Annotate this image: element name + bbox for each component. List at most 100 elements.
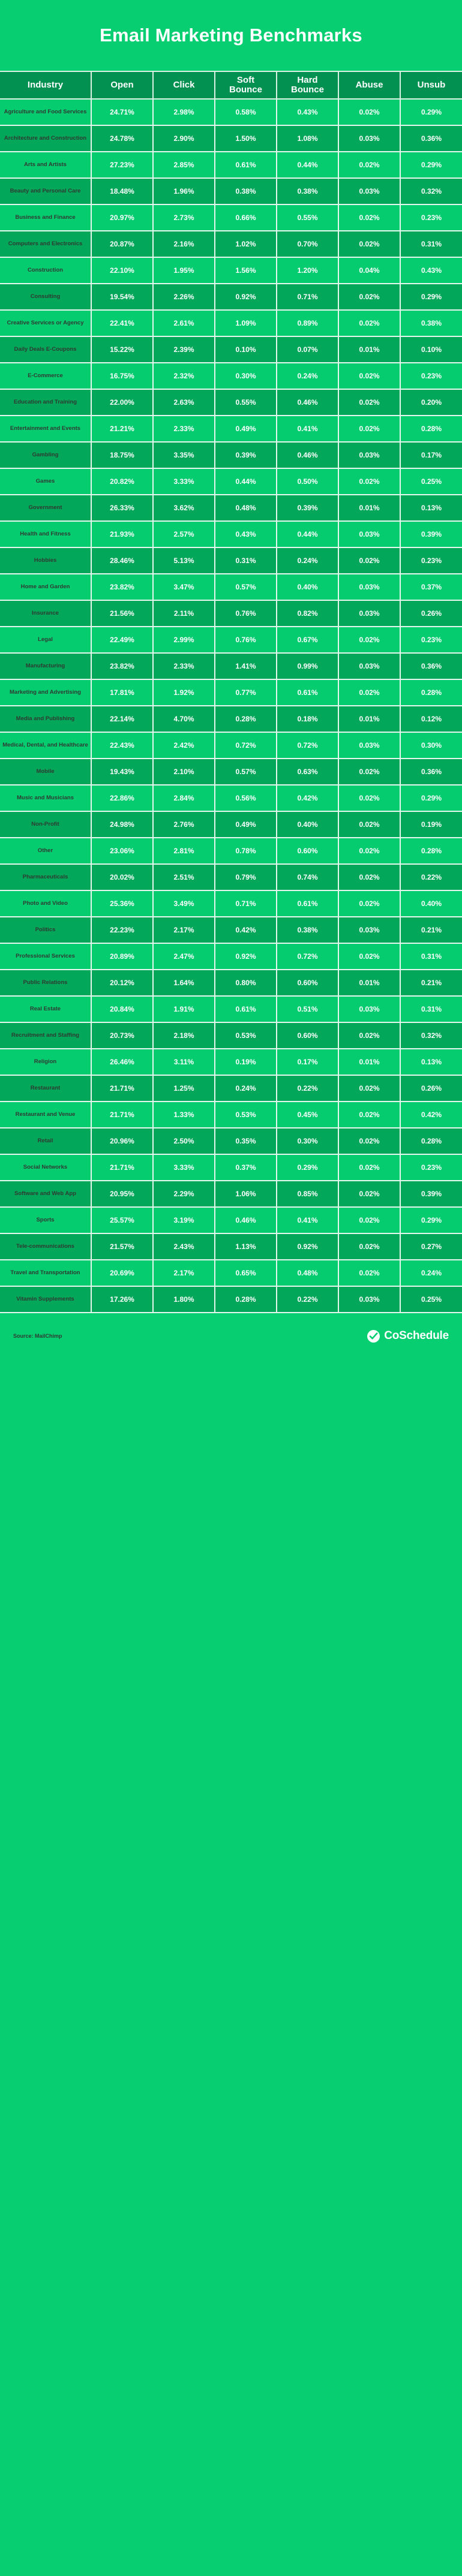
table-row[interactable]: Religion 26.46% 3.11% 0.19% 0.17% 0.01% 0.13% — [0, 1049, 462, 1076]
cell-hard-bounce: 0.40% — [276, 811, 339, 838]
table-row[interactable]: Games 20.82% 3.33% 0.44% 0.50% 0.02% 0.25% — [0, 468, 462, 495]
table-row[interactable]: Architecture and Construction 24.78% 2.90%… — [0, 125, 462, 152]
table-row[interactable]: Entertainment and Events 21.21% 2.33% 0.49%… — [0, 416, 462, 443]
table-row[interactable]: Restaurant 21.71% 1.25% 0.24% 0.22% 0.02% 0.26… — [0, 1075, 462, 1102]
cell-click: 2.33% — [152, 653, 215, 680]
cell-hard-bounce: 0.41% — [276, 1207, 339, 1234]
table-row[interactable]: Agriculture and Food Services 24.71% 2.98%… — [0, 99, 462, 126]
cell-hard-bounce: 0.60% — [276, 1022, 339, 1049]
cell-click: 1.95% — [152, 257, 215, 284]
cell-abuse: 0.02% — [338, 1260, 401, 1287]
table-row[interactable]: Media and Publishing 22.14% 4.70% 0.28% 0.18… — [0, 706, 462, 733]
table-row[interactable]: Business and Finance 20.97% 2.73% 0.66% 0.55… — [0, 204, 462, 231]
table-row[interactable]: Daily Deals E-Coupons 15.22% 2.39% 0.10% 0.0… — [0, 336, 462, 363]
table-row[interactable]: Vitamin Supplements 17.26% 1.80% 0.28% 0.22%… — [0, 1286, 462, 1313]
cell-unsub: 0.36% — [400, 125, 462, 152]
cell-unsub: 0.21% — [400, 970, 462, 997]
table-row[interactable]: Legal 22.49% 2.99% 0.76% 0.67% 0.02% 0.23% — [0, 627, 462, 654]
cell-click: 2.32% — [152, 363, 215, 390]
table-row[interactable]: Medical, Dental, and Healthcare 22.43% 2.4… — [0, 732, 462, 759]
column-header-hard-bounce[interactable]: Hard Bounce — [276, 71, 339, 99]
table-row[interactable]: Professional Services 20.89% 2.47% 0.92% 0.7… — [0, 943, 462, 970]
table-row[interactable]: Real Estate 20.84% 1.91% 0.61% 0.51% 0.03% 0.3… — [0, 996, 462, 1023]
table-row[interactable]: Restaurant and Venue 21.71% 1.33% 0.53% 0.45… — [0, 1102, 462, 1128]
cell-open: 17.81% — [91, 679, 154, 706]
table-row[interactable]: Photo and Video 25.36% 3.49% 0.71% 0.61% 0.02… — [0, 890, 462, 917]
table-row[interactable]: Retail 20.96% 2.50% 0.35% 0.30% 0.02% 0.28% — [0, 1128, 462, 1155]
table-row[interactable]: Marketing and Advertising 17.81% 1.92% 0.77… — [0, 679, 462, 706]
cell-hard-bounce: 0.48% — [276, 1260, 339, 1287]
cell-open: 26.33% — [91, 495, 154, 522]
table-row[interactable]: Tele-communications 21.57% 2.43% 1.13% 0.92%… — [0, 1233, 462, 1260]
cell-industry: Politics — [0, 917, 92, 944]
cell-click: 2.39% — [152, 336, 215, 363]
cell-hard-bounce: 0.44% — [276, 521, 339, 548]
cell-click: 2.57% — [152, 521, 215, 548]
table-row[interactable]: Home and Garden 23.82% 3.47% 0.57% 0.40% 0.03… — [0, 574, 462, 601]
table-row[interactable]: Recruitment and Staffing 20.73% 2.18% 0.53%… — [0, 1022, 462, 1049]
table-row[interactable]: Education and Training 22.00% 2.63% 0.55% 0.… — [0, 389, 462, 416]
table-row[interactable]: Manufacturing 23.82% 2.33% 1.41% 0.99% 0.03% 0… — [0, 653, 462, 680]
cell-soft-bounce: 0.49% — [214, 811, 277, 838]
cell-open: 20.02% — [91, 864, 154, 891]
table-row[interactable]: Government 26.33% 3.62% 0.48% 0.39% 0.01% 0.13… — [0, 495, 462, 522]
table-row[interactable]: Construction 22.10% 1.95% 1.56% 1.20% 0.04% 0.… — [0, 257, 462, 284]
table-row[interactable]: Public Relations 20.12% 1.64% 0.80% 0.60% 0.0… — [0, 970, 462, 997]
table-row[interactable]: Creative Services or Agency 22.41% 2.61% 1.… — [0, 310, 462, 337]
cell-open: 20.89% — [91, 943, 154, 970]
table-row[interactable]: Gambling 18.75% 3.35% 0.39% 0.46% 0.03% 0.17% — [0, 442, 462, 469]
cell-open: 18.75% — [91, 442, 154, 469]
cell-hard-bounce: 0.30% — [276, 1128, 339, 1155]
cell-industry: Sports — [0, 1207, 92, 1234]
table-row[interactable]: E-Commerce 16.75% 2.32% 0.30% 0.24% 0.02% 0.23… — [0, 363, 462, 390]
cell-industry: Travel and Transportation — [0, 1260, 92, 1287]
cell-industry: Education and Training — [0, 389, 92, 416]
table-row[interactable]: Other 23.06% 2.81% 0.78% 0.60% 0.02% 0.28% — [0, 838, 462, 865]
cell-unsub: 0.23% — [400, 363, 462, 390]
page-title: Email Marketing Benchmarks — [100, 25, 362, 46]
cell-unsub: 0.32% — [400, 1022, 462, 1049]
cell-soft-bounce: 0.28% — [214, 706, 277, 733]
cell-unsub: 0.29% — [400, 284, 462, 311]
cell-industry: Gambling — [0, 442, 92, 469]
cell-unsub: 0.21% — [400, 917, 462, 944]
table-header: Industry Open Click Soft Bounce Hard Bounce Abu… — [0, 71, 462, 99]
cell-click: 3.19% — [152, 1207, 215, 1234]
table-row[interactable]: Hobbies 28.46% 5.13% 0.31% 0.24% 0.02% 0.23% — [0, 547, 462, 574]
cell-open: 20.73% — [91, 1022, 154, 1049]
cell-click: 1.64% — [152, 970, 215, 997]
table-row[interactable]: Computers and Electronics 20.87% 2.16% 1.02… — [0, 231, 462, 258]
column-header-unsub[interactable]: Unsub — [400, 71, 462, 99]
column-header-industry[interactable]: Industry — [0, 71, 92, 99]
table-row[interactable]: Beauty and Personal Care 18.48% 1.96% 0.38%… — [0, 178, 462, 205]
table-row[interactable]: Mobile 19.43% 2.10% 0.57% 0.63% 0.02% 0.36% — [0, 759, 462, 786]
table-row[interactable]: Health and Fitness 21.93% 2.57% 0.43% 0.44% 0… — [0, 521, 462, 548]
column-header-soft-bounce[interactable]: Soft Bounce — [214, 71, 277, 99]
cell-hard-bounce: 0.89% — [276, 310, 339, 337]
column-header-click[interactable]: Click — [152, 71, 215, 99]
cell-abuse: 0.02% — [338, 759, 401, 786]
cell-unsub: 0.23% — [400, 204, 462, 231]
cell-soft-bounce: 1.13% — [214, 1233, 277, 1260]
table-row[interactable]: Music and Musicians 22.86% 2.84% 0.56% 0.42%… — [0, 785, 462, 812]
column-header-abuse[interactable]: Abuse — [338, 71, 401, 99]
cell-industry: Vitamin Supplements — [0, 1286, 92, 1313]
table-row[interactable]: Arts and Artists 27.23% 2.85% 0.61% 0.44% 0.0… — [0, 152, 462, 179]
cell-open: 20.12% — [91, 970, 154, 997]
table-row[interactable]: Software and Web App 20.95% 2.29% 1.06% 0.85… — [0, 1181, 462, 1208]
cell-hard-bounce: 0.39% — [276, 495, 339, 522]
cell-hard-bounce: 0.24% — [276, 363, 339, 390]
table-row[interactable]: Insurance 21.56% 2.11% 0.76% 0.82% 0.03% 0.26% — [0, 600, 462, 627]
cell-industry: Non-Profit — [0, 811, 92, 838]
table-row[interactable]: Travel and Transportation 20.69% 2.17% 0.65… — [0, 1260, 462, 1287]
cell-soft-bounce: 0.72% — [214, 732, 277, 759]
table-row[interactable]: Politics 22.23% 2.17% 0.42% 0.38% 0.03% 0.21% — [0, 917, 462, 944]
table-row[interactable]: Consulting 19.54% 2.26% 0.92% 0.71% 0.02% 0.29… — [0, 284, 462, 311]
column-header-open[interactable]: Open — [91, 71, 154, 99]
table-row[interactable]: Pharmaceuticals 20.02% 2.51% 0.79% 0.74% 0.02… — [0, 864, 462, 891]
cell-abuse: 0.03% — [338, 574, 401, 601]
cell-abuse: 0.02% — [338, 152, 401, 179]
table-row[interactable]: Social Networks 21.71% 3.33% 0.37% 0.29% 0.02… — [0, 1154, 462, 1181]
table-row[interactable]: Sports 25.57% 3.19% 0.46% 0.41% 0.02% 0.29% — [0, 1207, 462, 1234]
table-row[interactable]: Non-Profit 24.98% 2.76% 0.49% 0.40% 0.02% 0.19… — [0, 811, 462, 838]
